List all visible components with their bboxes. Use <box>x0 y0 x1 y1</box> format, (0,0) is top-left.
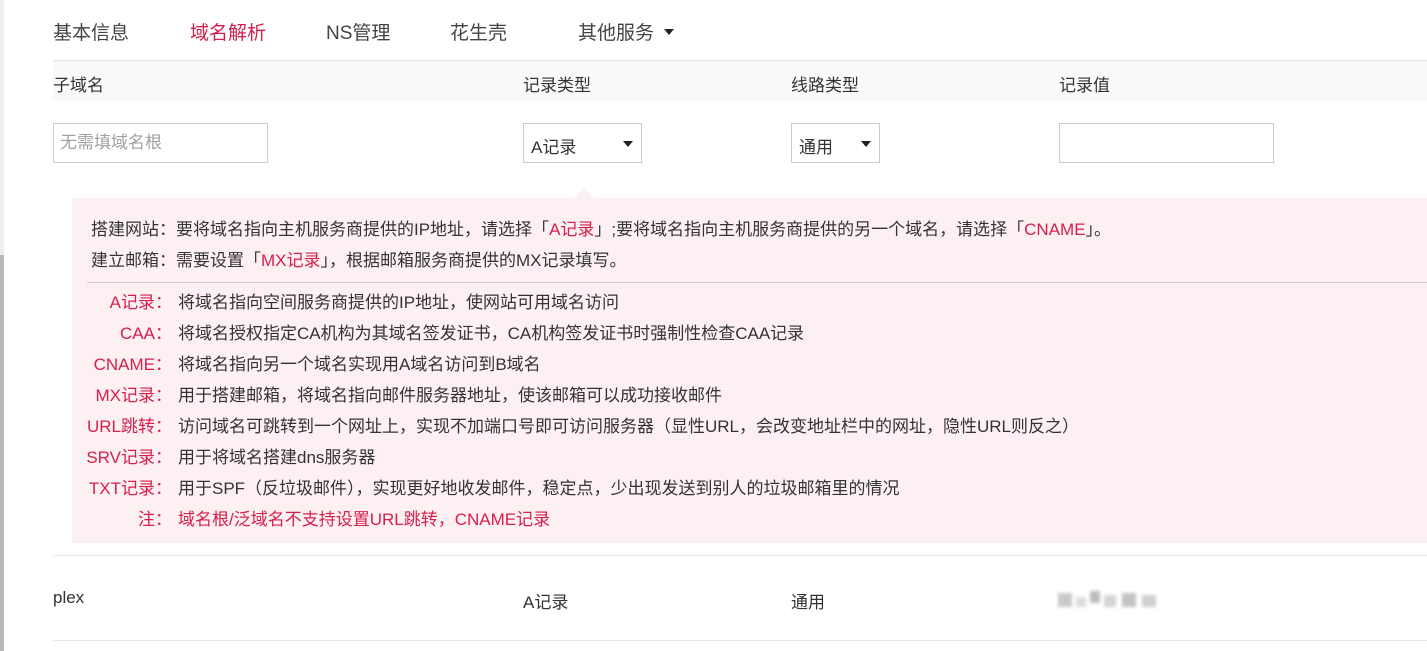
tab-dns-resolve[interactable]: 域名解析 <box>190 18 266 45</box>
record-type-select[interactable]: A记录 <box>523 123 642 163</box>
record-type-help-panel: 搭建网站：要将域名指向主机服务商提供的IP地址，请选择「A记录」;要将域名指向主… <box>72 198 1427 543</box>
tab-basic-info[interactable]: 基本信息 <box>53 18 129 45</box>
help-divider <box>87 282 1427 283</box>
chevron-down-icon <box>861 141 871 147</box>
record-type: A记录 <box>523 593 569 612</box>
tab-bar: 基本信息 域名解析 NS管理 花生壳 其他服务 <box>53 0 1427 60</box>
row-divider <box>53 555 1427 556</box>
line-type-selected: 通用 <box>799 138 833 157</box>
subdomain-input[interactable] <box>53 123 268 163</box>
header-line-type: 线路类型 <box>791 76 859 95</box>
record-line-type: 通用 <box>791 593 825 612</box>
record-value-input[interactable] <box>1059 123 1274 163</box>
row-divider <box>53 640 1427 641</box>
left-edge-shadow <box>0 255 4 651</box>
chevron-down-icon <box>623 141 633 147</box>
header-record-value: 记录值 <box>1059 76 1110 95</box>
help-intro-website: 搭建网站：要将域名指向主机服务商提供的IP地址，请选择「A记录」;要将域名指向主… <box>91 220 1112 239</box>
line-type-select[interactable]: 通用 <box>791 123 880 163</box>
tab-other-services[interactable]: 其他服务 <box>578 18 675 45</box>
help-intro-mail: 建立邮箱：需要设置「MX记录」，根据邮箱服务商提供的MX记录填写。 <box>91 251 627 270</box>
header-record-type: 记录类型 <box>523 76 591 95</box>
header-subdomain: 子域名 <box>53 76 104 95</box>
help-pointer <box>574 188 594 198</box>
tab-peanut-shell[interactable]: 花生壳 <box>450 18 507 45</box>
record-subdomain: plex <box>53 588 85 607</box>
chevron-down-icon <box>664 28 675 35</box>
table-header: 子域名 记录类型 线路类型 记录值 <box>53 61 1427 101</box>
tab-ns-management[interactable]: NS管理 <box>326 18 390 45</box>
record-value-blurred <box>1058 591 1158 609</box>
record-type-selected: A记录 <box>531 138 577 157</box>
